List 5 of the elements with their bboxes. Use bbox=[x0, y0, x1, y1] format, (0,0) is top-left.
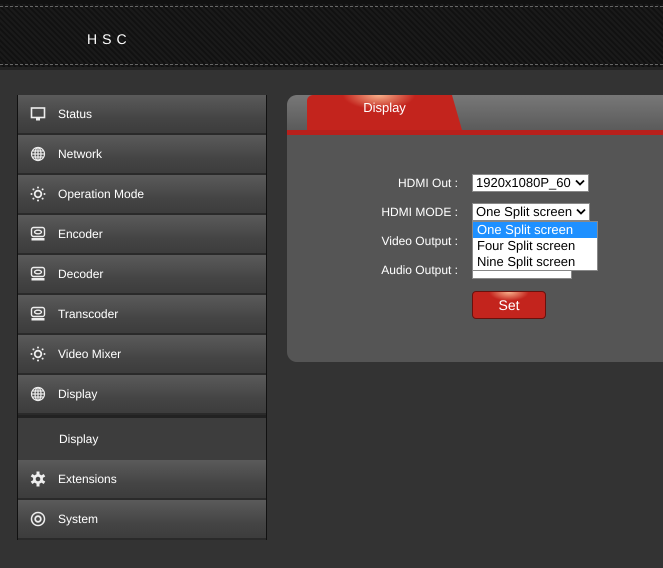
field-label: HDMI Out : bbox=[396, 176, 458, 190]
field-label: Audio Output : bbox=[380, 262, 458, 276]
field-label: HDMI MODE : bbox=[380, 204, 458, 218]
field-label: Video Output : bbox=[380, 234, 458, 248]
brand-logo: HSC bbox=[87, 30, 132, 46]
